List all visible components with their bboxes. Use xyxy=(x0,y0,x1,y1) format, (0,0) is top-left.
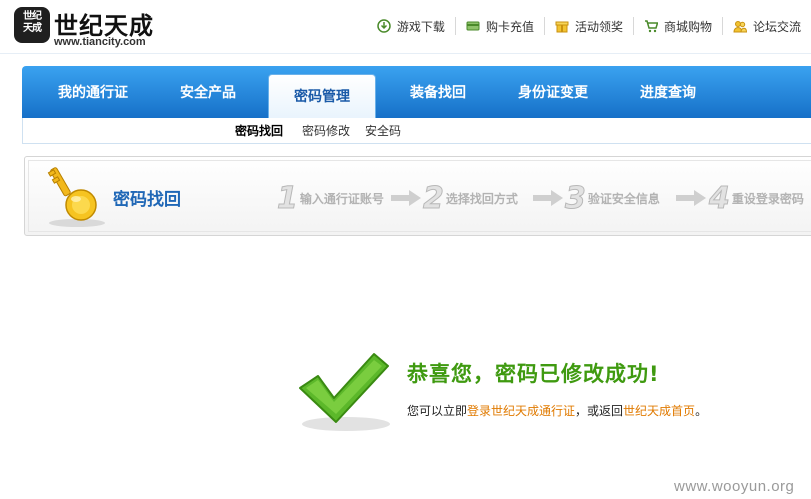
arrow-right-icon xyxy=(533,190,563,206)
success-prefix: 您可以立即 xyxy=(407,404,468,418)
tiancity-logo[interactable]: 世纪 天成 世纪天成 www.tiancity.com xyxy=(14,6,164,50)
step-number: 1 xyxy=(277,180,299,216)
step-number: 2 xyxy=(423,180,445,216)
cart-icon xyxy=(644,20,658,33)
arrow-right-icon xyxy=(676,190,706,206)
checkmark-icon xyxy=(299,353,390,431)
login-passport-link[interactable]: 登录世纪天成通行证 xyxy=(467,404,575,418)
toplink-label: 商城购物 xyxy=(663,19,712,34)
step-label: 重设登录密码 xyxy=(731,191,804,206)
step-3: 3 验证安全信息 xyxy=(565,180,660,216)
tab-my-passport[interactable]: 我的通行证 xyxy=(38,66,148,118)
success-title-mark: ! xyxy=(649,362,660,386)
success-message: 您可以立即登录世纪天成通行证，或返回世纪天成首页。 xyxy=(407,402,707,419)
logo-url: www.tiancity.com xyxy=(54,36,146,48)
step-number: 3 xyxy=(565,180,587,216)
success-title: 恭喜您，密码已修改成功! xyxy=(407,358,660,388)
logo-badge: 世纪 天成 xyxy=(14,7,50,43)
main-nav: 我的通行证 安全产品 密码管理 装备找回 身份证变更 进度查询 xyxy=(22,66,811,118)
key-icon xyxy=(47,167,105,227)
step-number: 4 xyxy=(709,180,731,216)
gift-icon xyxy=(555,21,569,33)
toplink-event-rewards[interactable]: 活动领奖 xyxy=(543,17,633,35)
tab-security-products[interactable]: 安全产品 xyxy=(158,66,258,118)
arrow-right-icon xyxy=(391,190,421,206)
subnav-password-recovery[interactable]: 密码找回 xyxy=(235,122,283,139)
card-icon xyxy=(466,21,480,31)
toplink-mall-shopping[interactable]: 商城购物 xyxy=(632,17,722,35)
toplink-label: 活动领奖 xyxy=(574,19,623,34)
steps-title: 密码找回 xyxy=(113,190,181,210)
step-label: 验证安全信息 xyxy=(587,191,660,206)
users-icon xyxy=(733,21,747,33)
toplink-card-recharge[interactable]: 购卡充值 xyxy=(454,17,544,35)
success-middle: ，或返回 xyxy=(575,404,624,418)
success-suffix: 。 xyxy=(695,404,708,418)
sub-nav: 密码找回 密码修改 安全码 xyxy=(22,118,811,144)
toplink-game-download[interactable]: 游戏下载 xyxy=(367,17,455,35)
step-2: 2 选择找回方式 xyxy=(423,180,518,216)
step-4: 4 重设登录密码 xyxy=(709,180,804,216)
steps-panel: 密码找回 1 输入通行证账号 2 选择找回方式 3 验证安全信息 4 重设登录密… xyxy=(24,156,811,236)
homepage-link[interactable]: 世纪天成首页 xyxy=(623,404,695,418)
toplink-label: 购卡充值 xyxy=(485,19,534,34)
tab-progress-query[interactable]: 进度查询 xyxy=(618,66,718,118)
step-1: 1 输入通行证账号 xyxy=(277,180,384,216)
toplink-label: 论坛交流 xyxy=(752,19,801,34)
toplink-label: 游戏下载 xyxy=(396,19,445,34)
subnav-password-change[interactable]: 密码修改 xyxy=(302,122,350,139)
download-icon xyxy=(377,19,391,33)
subnav-security-code[interactable]: 安全码 xyxy=(365,122,401,139)
tab-password-management[interactable]: 密码管理 xyxy=(268,74,376,118)
success-title-text: 恭喜您，密码已修改成功 xyxy=(407,362,649,386)
top-bar: 世纪 天成 世纪天成 www.tiancity.com 游戏下载 购卡充值 活动领… xyxy=(0,0,811,54)
watermark: www.wooyun.org xyxy=(674,478,795,495)
tab-equipment-recovery[interactable]: 装备找回 xyxy=(388,66,488,118)
toplink-forum[interactable]: 论坛交流 xyxy=(721,17,811,35)
step-label: 输入通行证账号 xyxy=(299,191,384,206)
tab-id-card-change[interactable]: 身份证变更 xyxy=(498,66,608,118)
top-links: 游戏下载 购卡充值 活动领奖 商城购物 论坛交流 xyxy=(367,16,811,36)
step-label: 选择找回方式 xyxy=(445,191,518,206)
